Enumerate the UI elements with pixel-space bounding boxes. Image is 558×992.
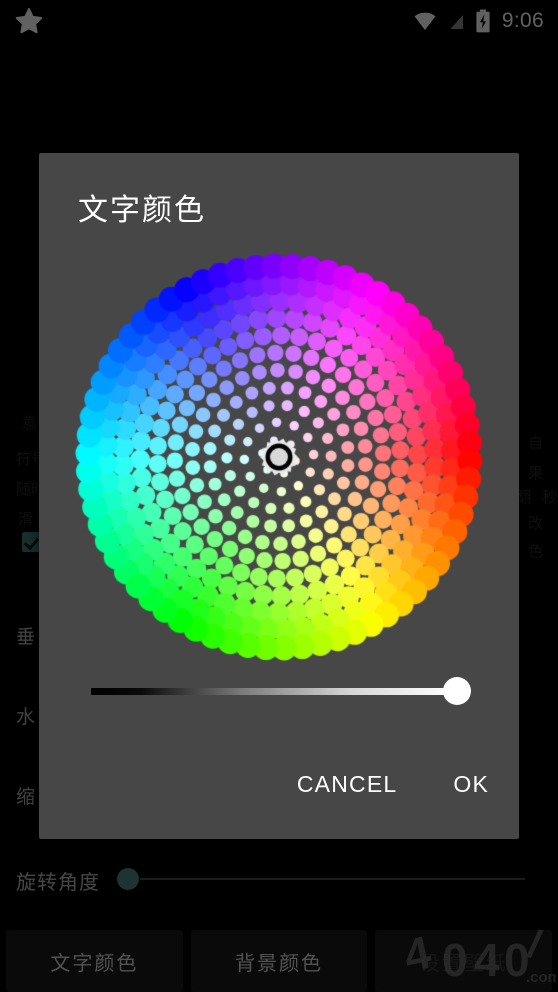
brightness-slider[interactable]: [91, 669, 471, 713]
ok-button[interactable]: OK: [449, 765, 493, 804]
brightness-slider-track[interactable]: [91, 688, 451, 695]
cancel-button[interactable]: CANCEL: [293, 765, 402, 804]
color-picker-dialog: 文字颜色 CANCEL OK: [39, 153, 519, 839]
brightness-slider-thumb[interactable]: [443, 677, 471, 705]
dialog-title: 文字颜色: [78, 194, 206, 227]
color-wheel[interactable]: [71, 249, 487, 665]
dialog-actions: CANCEL OK: [39, 765, 519, 804]
